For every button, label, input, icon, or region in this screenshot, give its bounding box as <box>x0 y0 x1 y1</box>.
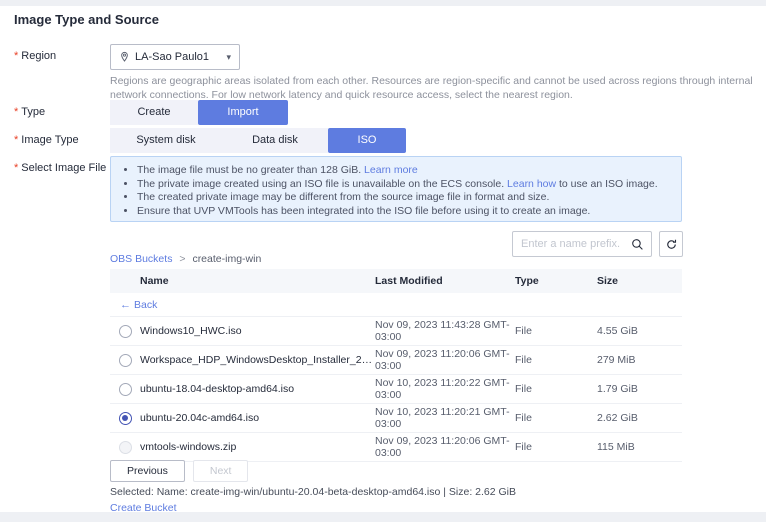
region-select[interactable]: LA-Sao Paulo1 ▾ <box>110 44 240 70</box>
location-pin-icon <box>119 51 130 64</box>
file-type: File <box>515 441 597 453</box>
required-marker: * <box>14 50 18 62</box>
header-last-modified: Last Modified <box>375 275 515 287</box>
radio-cell <box>110 325 140 338</box>
image-type-option-data-disk[interactable]: Data disk image <box>222 128 328 153</box>
required-marker: * <box>14 162 18 174</box>
table-row[interactable]: vmtools-windows.zip Nov 09, 2023 11:20:0… <box>110 433 682 462</box>
previous-button[interactable]: Previous <box>110 460 185 482</box>
note-text: to use an ISO image. <box>556 178 658 190</box>
file-search <box>512 231 652 257</box>
file-size: 1.79 GiB <box>597 383 682 395</box>
file-size: 115 MiB <box>597 441 682 453</box>
next-button[interactable]: Next <box>193 460 249 482</box>
info-note: The private image created using an ISO f… <box>137 178 681 192</box>
file-name: ubuntu-18.04-desktop-amd64.iso <box>140 383 375 395</box>
type-segment-group: Create Image Import Image <box>110 100 288 125</box>
region-help-text: Regions are geographic areas isolated fr… <box>110 75 762 102</box>
search-icon[interactable] <box>631 238 651 251</box>
required-marker: * <box>14 134 18 146</box>
header-name: Name <box>140 275 375 287</box>
file-name: ubuntu-20.04c-amd64.iso <box>140 412 375 424</box>
table-row[interactable]: ubuntu-18.04-desktop-amd64.iso Nov 10, 2… <box>110 375 682 404</box>
selected-file-summary: Selected: Name: create-img-win/ubuntu-20… <box>110 486 516 498</box>
region-label: Region <box>21 50 56 62</box>
info-note: Ensure that UVP VMTools has been integra… <box>137 205 681 219</box>
type-option-import-image[interactable]: Import Image <box>198 100 288 125</box>
type-option-create-image[interactable]: Create Image <box>110 100 198 125</box>
note-text: The private image created using an ISO f… <box>137 178 507 190</box>
file-radio[interactable] <box>119 412 132 425</box>
radio-cell <box>110 383 140 396</box>
search-input[interactable] <box>513 238 631 250</box>
breadcrumb-current-bucket: create-img-win <box>192 253 261 265</box>
file-table-body: Windows10_HWC.iso Nov 09, 2023 11:43:28 … <box>110 317 682 462</box>
file-radio[interactable] <box>119 325 132 338</box>
file-last-modified: Nov 09, 2023 11:43:28 GMT-03:00 <box>375 319 515 343</box>
file-last-modified: Nov 10, 2023 11:20:21 GMT-03:00 <box>375 406 515 430</box>
note-text: Ensure that UVP VMTools has been integra… <box>137 205 590 217</box>
info-note: The image file must be no greater than 1… <box>137 164 681 178</box>
table-row[interactable]: ubuntu-20.04c-amd64.iso Nov 10, 2023 11:… <box>110 404 682 433</box>
radio-cell <box>110 441 140 454</box>
back-link[interactable]: ← Back <box>120 299 157 311</box>
file-table-header: Name Last Modified Type Size <box>110 269 682 293</box>
select-image-file-label-row: *Select Image File <box>14 162 106 174</box>
file-size: 4.55 GiB <box>597 325 682 337</box>
table-row[interactable]: Windows10_HWC.iso Nov 09, 2023 11:43:28 … <box>110 317 682 346</box>
iso-notes-info-box: The image file must be no greater than 1… <box>110 156 682 222</box>
file-radio[interactable] <box>119 441 132 454</box>
breadcrumb: OBS Buckets > create-img-win <box>110 253 261 265</box>
image-type-and-source-page: Image Type and Source *Region LA-Sao Pau… <box>0 0 766 522</box>
file-radio[interactable] <box>119 383 132 396</box>
note-text: The image file must be no greater than 1… <box>137 164 364 176</box>
type-label-row: *Type <box>14 106 45 118</box>
region-label-row: *Region <box>14 50 56 62</box>
header-type: Type <box>515 275 597 287</box>
image-type-label-row: *Image Type <box>14 134 79 146</box>
back-arrow-icon: ← <box>120 299 131 311</box>
file-table: Name Last Modified Type Size ← Back Wind… <box>110 269 682 462</box>
info-note: The created private image may be differe… <box>137 191 681 205</box>
file-size: 2.62 GiB <box>597 412 682 424</box>
image-type-option-iso[interactable]: ISO image <box>328 128 406 153</box>
table-row[interactable]: Workspace_HDP_WindowsDesktop_Installer_2… <box>110 346 682 375</box>
file-size: 279 MiB <box>597 354 682 366</box>
file-last-modified: Nov 10, 2023 11:20:22 GMT-03:00 <box>375 377 515 401</box>
image-type-option-system-disk[interactable]: System disk image <box>110 128 222 153</box>
required-marker: * <box>14 106 18 118</box>
breadcrumb-obs-buckets-link[interactable]: OBS Buckets <box>110 253 172 265</box>
refresh-button[interactable] <box>659 231 683 257</box>
file-type: File <box>515 412 597 424</box>
header-size: Size <box>597 275 682 287</box>
file-type: File <box>515 354 597 366</box>
file-last-modified: Nov 09, 2023 11:20:06 GMT-03:00 <box>375 435 515 459</box>
file-type: File <box>515 325 597 337</box>
create-bucket-link[interactable]: Create Bucket <box>110 502 177 514</box>
breadcrumb-separator: > <box>179 253 185 265</box>
refresh-icon <box>665 238 678 251</box>
file-radio[interactable] <box>119 354 132 367</box>
type-label: Type <box>21 106 45 118</box>
file-name: Workspace_HDP_WindowsDesktop_Installer_2… <box>140 354 375 366</box>
file-name: Windows10_HWC.iso <box>140 325 375 337</box>
back-label: Back <box>134 299 157 311</box>
file-type: File <box>515 383 597 395</box>
note-text: The created private image may be differe… <box>137 191 549 203</box>
select-image-file-label: Select Image File <box>21 162 106 174</box>
file-last-modified: Nov 09, 2023 11:20:06 GMT-03:00 <box>375 348 515 372</box>
radio-cell <box>110 354 140 367</box>
image-type-label: Image Type <box>21 134 78 146</box>
learn-how-link[interactable]: Learn how <box>507 178 556 190</box>
chevron-down-icon: ▾ <box>226 52 231 63</box>
pagination: Previous Next <box>110 460 248 482</box>
file-name: vmtools-windows.zip <box>140 441 375 453</box>
region-select-value: LA-Sao Paulo1 <box>135 51 226 63</box>
image-type-segment-group: System disk image Data disk image ISO im… <box>110 128 406 153</box>
learn-more-link[interactable]: Learn more <box>364 164 418 176</box>
page-title: Image Type and Source <box>14 12 159 27</box>
radio-cell <box>110 412 140 425</box>
back-row: ← Back <box>110 293 682 317</box>
